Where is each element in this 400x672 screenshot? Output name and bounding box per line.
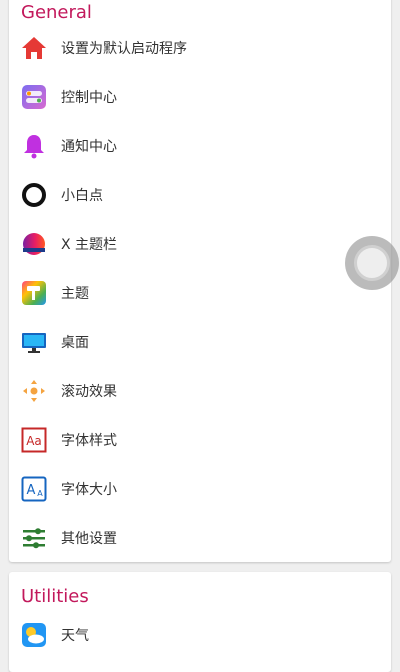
menu-item-x-theme-bar[interactable]: X 主题栏 xyxy=(9,220,391,268)
menu-item-notification-center[interactable]: 通知中心 xyxy=(9,122,391,170)
floating-assistive-button[interactable] xyxy=(345,236,399,290)
section-title-general: General xyxy=(21,2,92,23)
monitor-icon xyxy=(21,329,47,355)
menu-item-desktop[interactable]: 桌面 xyxy=(9,318,391,366)
weather-icon xyxy=(21,622,47,648)
menu-item-label: 主题 xyxy=(61,286,89,302)
menu-item-label: 滚动效果 xyxy=(61,384,117,400)
ring-dot-icon xyxy=(21,182,47,208)
font-size-icon: AA xyxy=(21,476,47,502)
paint-roller-icon xyxy=(21,280,47,306)
menu-item-label: 桌面 xyxy=(61,335,89,351)
toggle-panel-icon xyxy=(21,84,47,110)
menu-item-label: 小白点 xyxy=(61,188,103,204)
menu-item-label: 天气 xyxy=(61,628,89,644)
svg-text:Aa: Aa xyxy=(26,434,42,448)
svg-text:A: A xyxy=(27,483,36,498)
bell-icon xyxy=(21,133,47,159)
menu-item-label: 字体大小 xyxy=(61,482,117,498)
menu-item-control-center[interactable]: 控制中心 xyxy=(9,73,391,121)
menu-item-label: 通知中心 xyxy=(61,139,117,155)
menu-item-theme[interactable]: 主题 xyxy=(9,269,391,317)
sliders-icon xyxy=(21,525,47,551)
theme-bar-icon xyxy=(21,231,47,257)
utilities-card: Utilities 天气 xyxy=(9,572,391,672)
menu-item-default-launcher[interactable]: 设置为默认启动程序 xyxy=(9,24,391,72)
menu-item-weather[interactable]: 天气 xyxy=(9,611,391,659)
menu-item-assistive-dot[interactable]: 小白点 xyxy=(9,171,391,219)
menu-item-label: 设置为默认启动程序 xyxy=(61,41,187,57)
font-style-icon: Aa xyxy=(21,427,47,453)
menu-item-label: 控制中心 xyxy=(61,90,117,106)
general-card: General 设置为默认启动程序 控制中心 通知中心 小白点 X 主题栏 主题… xyxy=(9,0,391,562)
scroll-arrows-icon xyxy=(21,378,47,404)
menu-item-font-size[interactable]: AA 字体大小 xyxy=(9,465,391,513)
menu-item-label: 字体样式 xyxy=(61,433,117,449)
home-icon xyxy=(21,35,47,61)
menu-item-other-settings[interactable]: 其他设置 xyxy=(9,514,391,562)
menu-item-font-style[interactable]: Aa 字体样式 xyxy=(9,416,391,464)
section-title-utilities: Utilities xyxy=(21,586,89,607)
menu-item-label: 其他设置 xyxy=(61,531,117,547)
menu-item-label: X 主题栏 xyxy=(61,237,118,253)
menu-item-scroll-effect[interactable]: 滚动效果 xyxy=(9,367,391,415)
floating-button-core xyxy=(354,245,390,281)
svg-text:A: A xyxy=(37,489,43,498)
